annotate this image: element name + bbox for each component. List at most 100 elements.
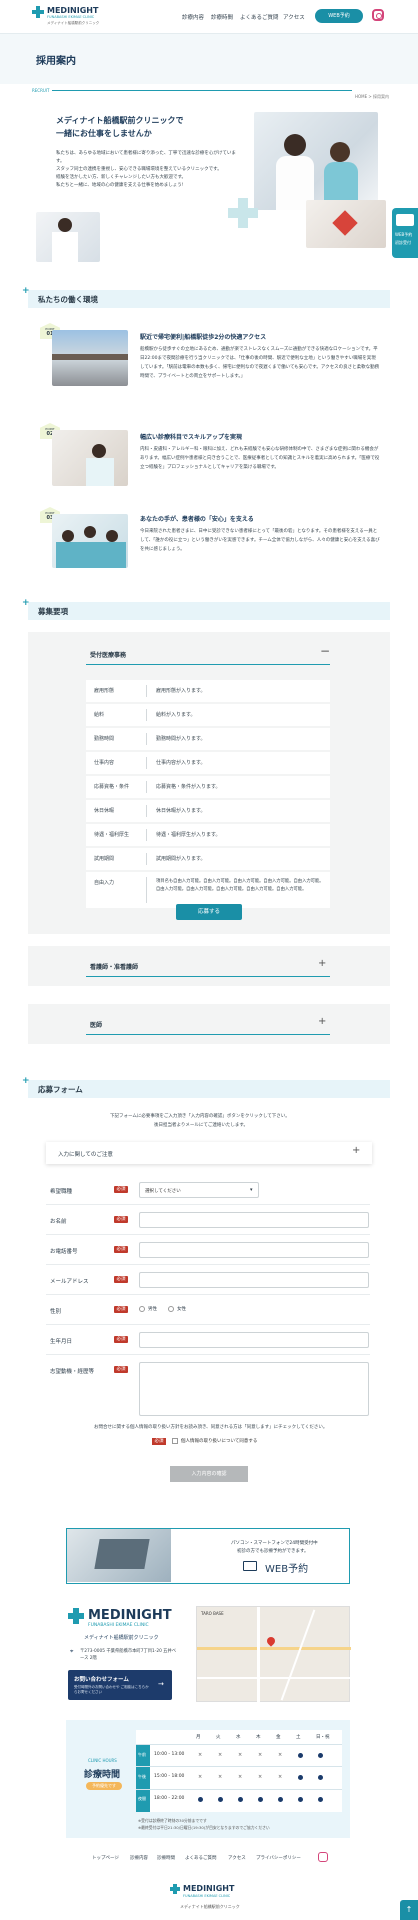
table-row: 試用期間 試用期間が入ります。 <box>86 848 330 870</box>
nav-item-access[interactable]: アクセス <box>283 13 305 21</box>
accordion-title[interactable]: 受付医療事務 <box>90 650 126 659</box>
day-header: 火 <box>216 1735 221 1740</box>
row-key: 自由入力 <box>94 880 115 886</box>
table-row: 休日休暇 休日休暇が入ります。 <box>86 800 330 822</box>
section-heading-form: + 応募フォーム <box>22 1076 390 1098</box>
motivation-textarea[interactable] <box>139 1362 369 1416</box>
footer-link-treatment[interactable]: 診療内容 <box>130 1855 148 1861</box>
closed-mark: × <box>198 1752 203 1758</box>
logo-cross-icon <box>68 1608 84 1624</box>
gender-male-radio[interactable] <box>139 1306 145 1312</box>
radio-label: 男性 <box>148 1307 157 1312</box>
accordion-title[interactable]: 医師 <box>90 1020 102 1029</box>
closed-mark: × <box>238 1752 243 1758</box>
footer-link-privacy[interactable]: プライバシーポリシー <box>256 1855 301 1861</box>
footer-link-faq[interactable]: よくあるご質問 <box>185 1855 217 1861</box>
instagram-icon[interactable] <box>372 9 384 21</box>
row-key: 給料 <box>94 712 105 718</box>
notice-accordion[interactable]: 入力に関してのご注意 + <box>46 1142 372 1164</box>
side-tab-line1: WEB予約 <box>395 232 413 237</box>
section-heading-environment: + 私たちの働く環境 <box>22 286 390 308</box>
reservation-pill: 予約優先です <box>86 1782 122 1790</box>
point-body: 今日来院された患者さまに、日中に受診できない患者様にとって「最後の砦」となります… <box>140 529 380 552</box>
expand-icon[interactable]: + <box>352 1145 360 1156</box>
table-row: 仕事内容 仕事内容が入ります。 <box>86 752 330 774</box>
group-label: 午後 <box>138 1774 146 1779</box>
footer-logo: MEDINIGHT <box>88 1608 172 1623</box>
form-intro-1: 下記フォームに必要事項をご入力頂き「入力内容の確認」ボタンをクリックして下さい。 <box>110 1114 290 1119</box>
table-row: 待遇・福利厚生 待遇・福利厚生が入ります。 <box>86 824 330 846</box>
notice-title: 入力に関してのご注意 <box>58 1152 113 1158</box>
nav-item-treatment[interactable]: 診療内容 <box>182 13 204 21</box>
field-label: お名前 <box>50 1219 67 1225</box>
side-reserve-tab[interactable]: WEB予約 初診受付 <box>392 208 418 258</box>
web-reserve-button[interactable]: WEB予約 <box>315 9 363 23</box>
field-label: メールアドレス <box>50 1279 89 1285</box>
chevron-down-icon: ▾ <box>250 1187 253 1193</box>
name-input[interactable] <box>139 1212 369 1228</box>
breadcrumb[interactable]: HOME > 採用案内 <box>355 94 389 100</box>
map-label: TARO BASE <box>201 1611 224 1616</box>
form-row: 性別 必須 男性 女性 <box>46 1297 370 1325</box>
web-reserve-banner[interactable]: パソコン・スマートフォンで24時間受付中 初診の方でも診療予約ができます。 WE… <box>66 1528 350 1584</box>
apply-button[interactable]: 応募する <box>176 904 242 920</box>
banner-cta: WEB予約 <box>265 1564 309 1575</box>
nav-item-faq[interactable]: よくあるご質問 <box>240 13 279 21</box>
form-row: メールアドレス 必須 <box>46 1267 370 1295</box>
point-body: 内科・皮膚科・アレルギー科・眼科に加え、どれも未経験でも安心な研修体制の中で、さ… <box>140 447 380 470</box>
footer-link-top[interactable]: トップページ <box>92 1855 119 1861</box>
map-pin-icon <box>265 1635 277 1647</box>
email-input[interactable] <box>139 1272 369 1288</box>
birthdate-input[interactable] <box>139 1332 369 1348</box>
site-header: MEDINIGHT FUNABASHI EKIMAE CLINIC メディナイト… <box>0 0 418 34</box>
contact-form-button[interactable]: お問い合わせフォーム 受付時間外のお問い合わせや ご相談はこちらからお寄せくださ… <box>68 1670 172 1700</box>
hours-en: CLINIC HOURS <box>88 1758 117 1763</box>
row-value: 待遇・福利厚生が入ります。 <box>156 832 221 838</box>
accordion-title[interactable]: 看護師・准看護師 <box>90 962 138 971</box>
banner-line1: パソコン・スマートフォンで24時間受付中 <box>231 1541 318 1546</box>
intro-line: 経験を活かしたい方、新しくチャレンジしたい方も大歓迎です。 <box>56 175 187 180</box>
confirm-button[interactable]: 入力内容の確認 <box>170 1466 248 1482</box>
day-header: 水 <box>236 1735 241 1740</box>
table-row: 応募資格・条件 応募資格・条件が入ります。 <box>86 776 330 798</box>
pin-icon: ⌖ <box>70 1648 74 1655</box>
expand-icon[interactable]: + <box>318 958 326 969</box>
access-map[interactable]: TARO BASE <box>196 1606 351 1703</box>
closed-mark: × <box>218 1774 223 1780</box>
agree-text: お問合せに関する個人情報の取り扱い方針をお読み頂き、同意される方は「同意します」… <box>94 1425 328 1430</box>
slot-label: 10:00 - 13:00 <box>154 1752 185 1757</box>
job-accordion-nurse[interactable]: 看護師・准看護師 + <box>28 946 390 986</box>
footer-link-hours[interactable]: 診療時間 <box>157 1855 175 1861</box>
closed-mark: × <box>218 1752 223 1758</box>
row-value: 雇用形態が入ります。 <box>156 688 206 694</box>
table-row: 自由入力 項目名も自由入力可能。自由入力可能。自由入力可能。自由入力可能。自由入力… <box>86 872 330 908</box>
logo-text[interactable]: MEDINIGHT <box>47 6 98 15</box>
collapse-icon[interactable]: − <box>320 644 330 658</box>
required-badge: 必須 <box>114 1276 128 1283</box>
gender-female-radio[interactable] <box>168 1306 174 1312</box>
agree-checkbox[interactable] <box>172 1438 178 1444</box>
job-type-select[interactable]: 選択してください ▾ <box>139 1182 259 1198</box>
slot-label: 18:00 - 22:00 <box>154 1796 185 1801</box>
table-row: 給料 給料が入ります。 <box>86 704 330 726</box>
radio-label: 女性 <box>177 1307 186 1312</box>
phone-input[interactable] <box>139 1242 369 1258</box>
back-to-top-button[interactable]: ↑ <box>400 1900 418 1920</box>
point-title: あなたの手が、患者様の「安心」を支える <box>140 516 254 523</box>
staff-photo <box>254 112 378 210</box>
logo-jp: メディナイト船橋駅前クリニック <box>47 21 100 25</box>
section-en: RECRUIT <box>32 88 50 93</box>
open-dot <box>298 1797 303 1802</box>
footer-link-access[interactable]: アクセス <box>228 1855 246 1861</box>
job-accordion-doctor[interactable]: 医師 + <box>28 1004 390 1044</box>
instagram-icon[interactable] <box>318 1852 328 1862</box>
nav-item-hours[interactable]: 診療時間 <box>211 13 233 21</box>
section-title: 募集要項 <box>38 607 68 616</box>
logo-cross-icon <box>32 6 44 18</box>
expand-icon[interactable]: + <box>318 1016 326 1027</box>
contact-body: 受付時間外のお問い合わせや ご相談はこちらからお寄せください <box>74 1685 149 1694</box>
closed-mark: × <box>238 1774 243 1780</box>
closed-mark: × <box>198 1774 203 1780</box>
accordion-line <box>86 976 330 977</box>
point-title: 駅近で帰宅便利|船橋駅徒歩2分の快適アクセス <box>140 334 267 341</box>
